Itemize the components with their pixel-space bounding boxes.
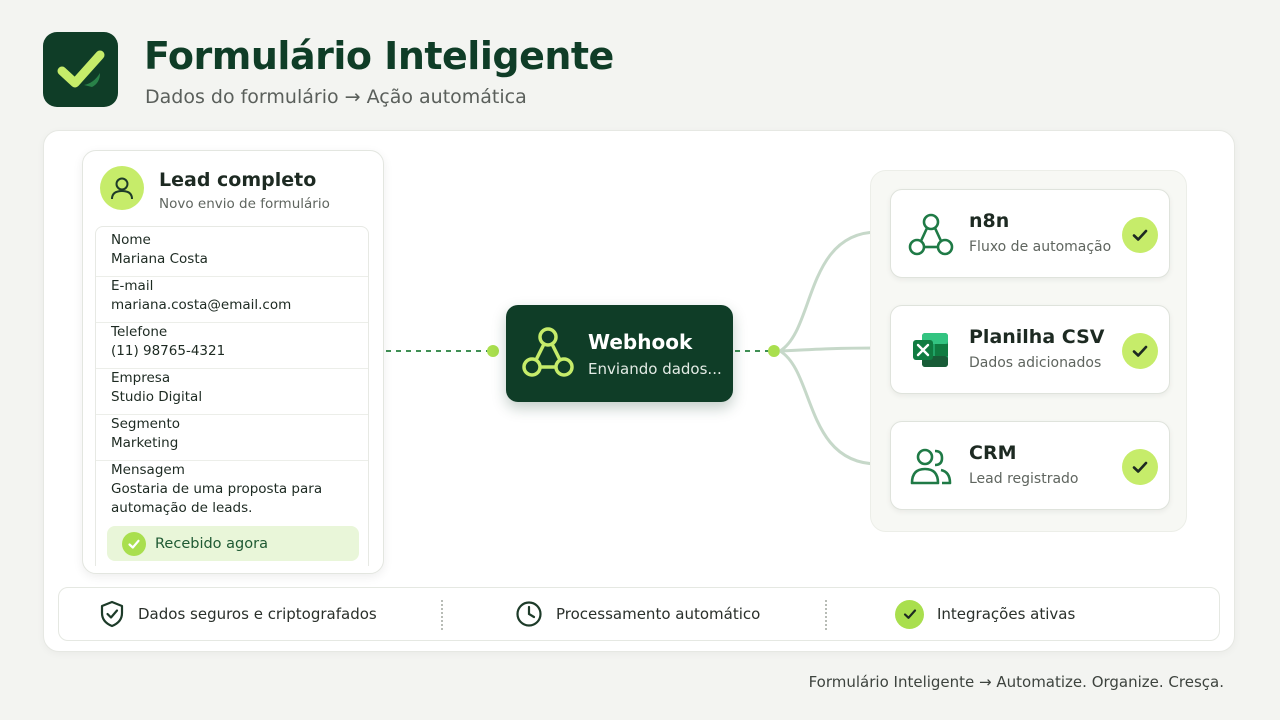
check-icon [57, 50, 104, 87]
field-value: Studio Digital [111, 389, 203, 405]
feature-separator [441, 600, 443, 630]
lead-fields: Nome Mariana Costa E-mail mariana.costa@… [95, 226, 369, 566]
shield-check-icon [100, 600, 124, 628]
check-icon [1122, 217, 1158, 253]
webhook-icon [522, 327, 574, 377]
check-icon [1122, 449, 1158, 485]
excel-icon [907, 326, 955, 374]
field-value-line: Gostaria de uma proposta para [111, 481, 323, 497]
field-label: Segmento [111, 416, 181, 432]
n8n-icon [907, 210, 955, 258]
field-segmento: Segmento Marketing [96, 415, 368, 461]
field-mensagem: Mensagem Gostaria de uma proposta para a… [96, 461, 368, 527]
field-value: (11) 98765-4321 [111, 343, 226, 359]
field-email: E-mail mariana.costa@email.com [96, 277, 368, 323]
field-nome: Nome Mariana Costa [96, 231, 368, 277]
feature-integrations: Integrações ativas [895, 599, 1076, 629]
webhook-subtitle: Enviando dados... [588, 360, 722, 378]
dest-subtitle: Dados adicionados [969, 355, 1102, 371]
feature-separator [825, 600, 827, 630]
field-label: E-mail [111, 278, 154, 294]
page-title: Formulário Inteligente [144, 34, 614, 78]
clock-icon [516, 601, 542, 627]
feature-security: Dados seguros e criptografados [99, 600, 377, 628]
field-empresa: Empresa Studio Digital [96, 369, 368, 415]
app-logo [43, 32, 118, 107]
check-icon [1122, 333, 1158, 369]
feature-label: Processamento automático [556, 605, 761, 623]
field-value: mariana.costa@email.com [111, 297, 292, 313]
dest-title: n8n [969, 210, 1010, 232]
dest-subtitle: Fluxo de automação [969, 239, 1112, 255]
feature-label: Integrações ativas [937, 605, 1076, 623]
check-circle-icon [122, 531, 146, 556]
field-label: Nome [111, 232, 151, 248]
dest-crm: CRM Lead registrado [890, 421, 1170, 510]
check-circle-icon [895, 599, 924, 629]
field-label: Empresa [111, 370, 171, 386]
field-label: Mensagem [111, 462, 185, 478]
dest-csv: Planilha CSV Dados adicionados [890, 305, 1170, 394]
dest-n8n: n8n Fluxo de automação [890, 189, 1170, 278]
webhook-title: Webhook [588, 330, 693, 354]
dest-subtitle: Lead registrado [969, 471, 1079, 487]
dest-title: Planilha CSV [969, 326, 1105, 348]
lead-avatar [100, 166, 144, 210]
field-telefone: Telefone (11) 98765-4321 [96, 323, 368, 369]
field-label: Telefone [111, 324, 168, 340]
received-label: Recebido agora [155, 535, 268, 552]
field-value: Mariana Costa [111, 251, 208, 267]
field-value-line: automação de leads. [111, 500, 253, 516]
users-icon [907, 442, 955, 490]
field-value: Marketing [111, 435, 179, 451]
user-icon [111, 177, 133, 200]
feature-processing: Processamento automático [515, 600, 760, 628]
page-subtitle: Dados do formulário → Ação automática [145, 86, 527, 108]
feature-label: Dados seguros e criptografados [138, 605, 377, 623]
tagline: Formulário Inteligente → Automatize. Org… [808, 673, 1224, 691]
lead-title: Lead completo [159, 169, 317, 191]
received-status: Recebido agora [107, 526, 359, 561]
dest-title: CRM [969, 442, 1017, 464]
lead-subtitle: Novo envio de formulário [159, 196, 330, 212]
